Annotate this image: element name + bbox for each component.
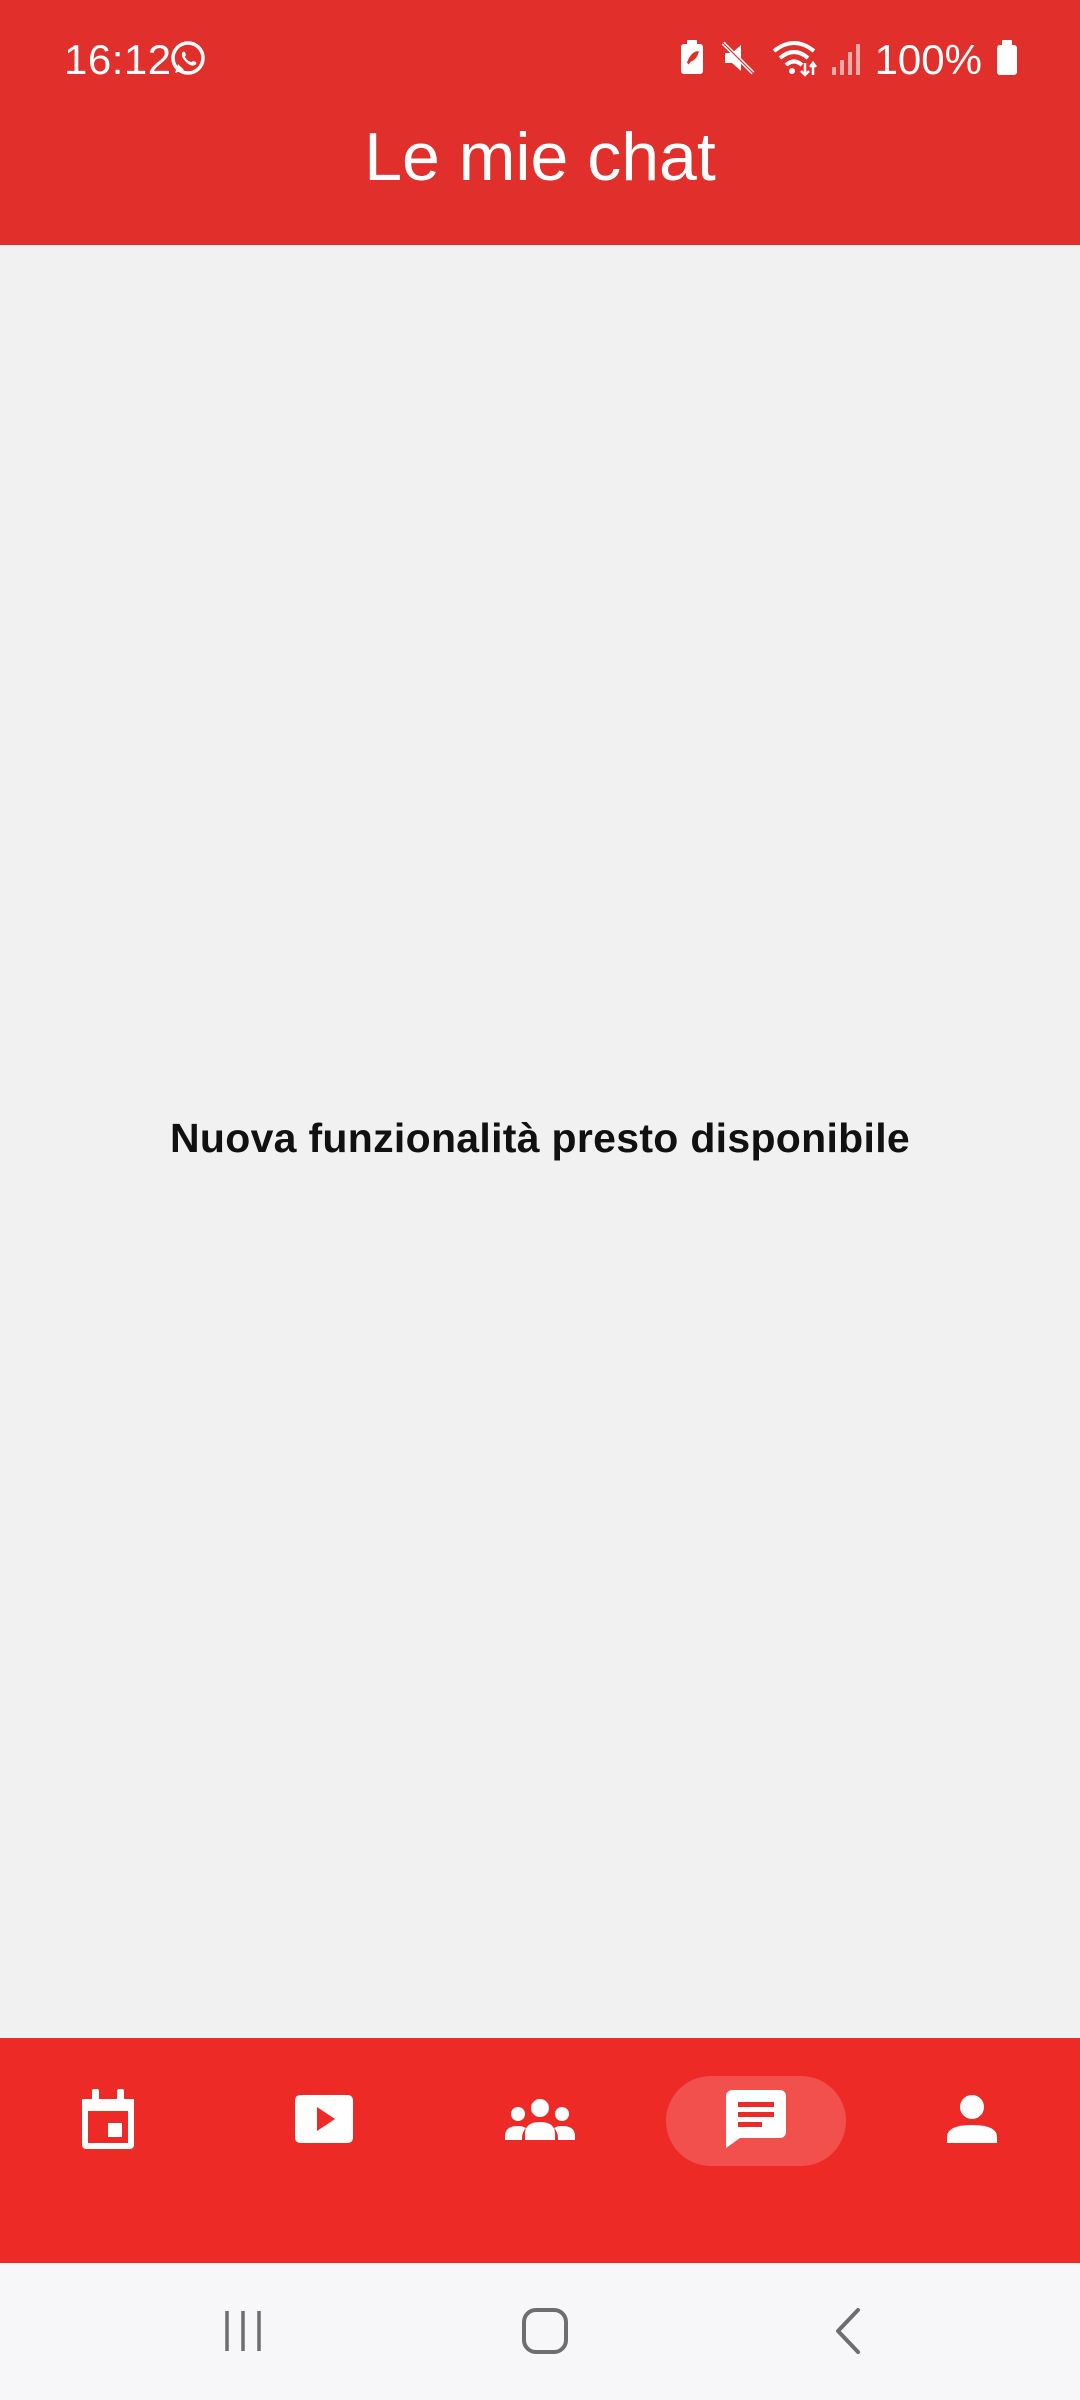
home-icon [521, 2307, 569, 2360]
back-button[interactable] [788, 2293, 908, 2373]
top-header: 16:12 100% Le mie chat [0, 0, 1080, 245]
status-time: 16:12 [64, 36, 172, 83]
page-title: Le mie chat [364, 119, 716, 195]
whatsapp-icon [168, 38, 208, 83]
calendar-icon [80, 2088, 136, 2154]
nav-item-calendar[interactable] [18, 2076, 198, 2166]
recent-apps-icon [221, 2309, 265, 2358]
chat-content: Nuova funzionalità presto disponibile [0, 245, 1080, 2038]
home-button[interactable] [485, 2293, 605, 2373]
chat-icon [726, 2089, 786, 2153]
battery-percentage: 100% [874, 36, 982, 83]
nav-item-profile[interactable] [882, 2076, 1062, 2166]
signal-icon [831, 41, 861, 80]
screen: 16:12 100% Le mie chat Nuova funzionalit… [0, 0, 1080, 2400]
nav-item-videos[interactable] [234, 2076, 414, 2166]
bottom-navigation [0, 2038, 1080, 2263]
groups-icon [505, 2098, 575, 2145]
battery-saver-icon [679, 39, 705, 81]
video-play-icon [295, 2094, 353, 2148]
mute-icon [719, 39, 757, 82]
person-icon [947, 2094, 997, 2148]
nav-item-groups[interactable] [450, 2076, 630, 2166]
status-icons: 100% [679, 34, 1018, 86]
recent-apps-button[interactable] [183, 2293, 303, 2373]
system-navigation-bar [0, 2263, 1080, 2400]
battery-icon [996, 39, 1018, 81]
back-icon [832, 2307, 864, 2360]
status-bar: 16:12 100% [0, 0, 1080, 120]
nav-item-chat[interactable] [666, 2076, 846, 2166]
coming-soon-message: Nuova funzionalità presto disponibile [169, 1115, 911, 1161]
wifi-icon [771, 39, 817, 82]
